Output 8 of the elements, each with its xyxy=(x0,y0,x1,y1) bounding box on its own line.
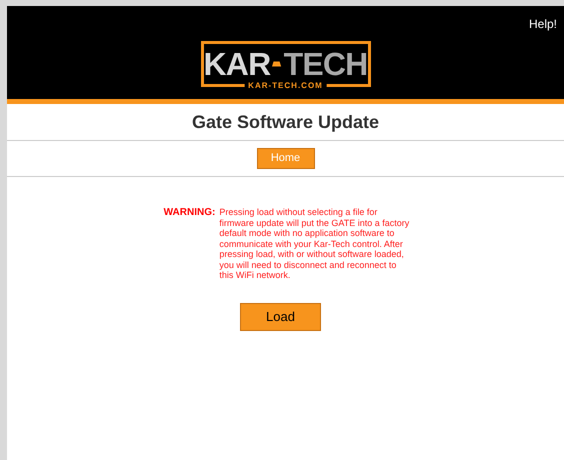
warning-label: WARNING: xyxy=(164,207,216,220)
logo-text: TECH xyxy=(284,48,368,80)
load-button[interactable]: Load xyxy=(240,302,321,330)
page-title: Gate Software Update xyxy=(192,110,380,134)
help-link[interactable]: Help! xyxy=(528,15,557,36)
logo-text: KAR xyxy=(204,48,270,80)
logo-url: KAR-TECH.COM xyxy=(244,81,327,91)
warning-message: Pressing load without selecting a file for firmware update will put the GATE into a factory default mode with no application software to communicate with your Kar-Tech control. After pressing load, with or without software loaded, you will need to disconnect and reconnect to this WiFi network. xyxy=(219,207,410,280)
